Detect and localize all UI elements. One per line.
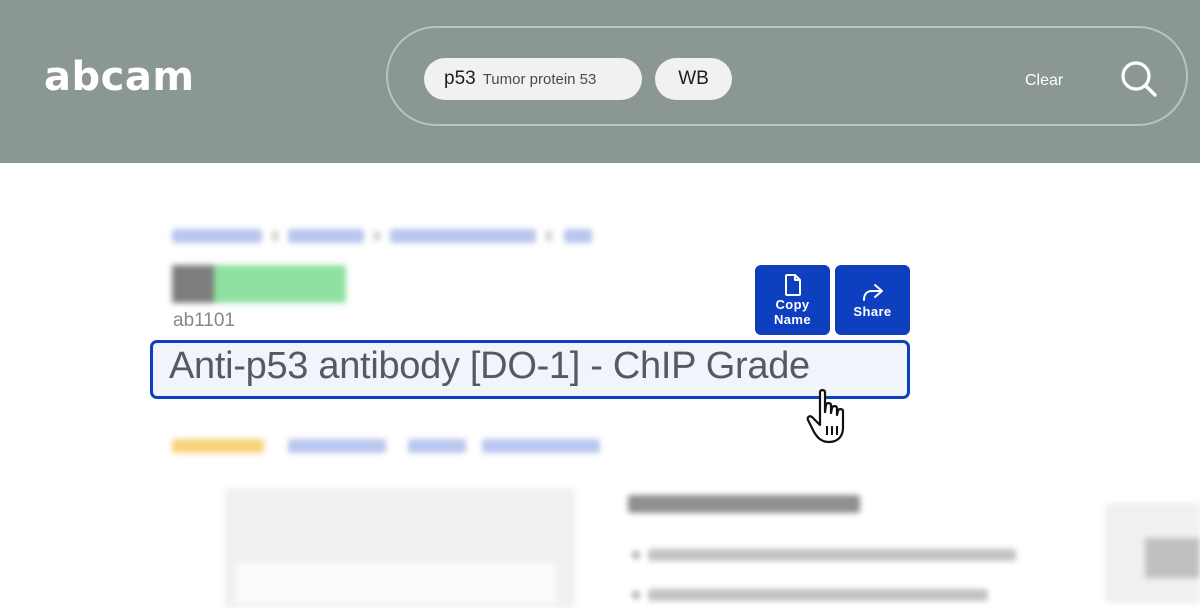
feature-line [648, 549, 1016, 561]
site-header: abcam p53 Tumor protein 53 WB Clear [0, 0, 1200, 163]
reviews-link [288, 439, 386, 453]
chip-sub-label: Tumor protein 53 [482, 70, 597, 88]
search-bar[interactable]: p53 Tumor protein 53 WB Clear [386, 26, 1188, 126]
bullet [632, 591, 640, 599]
references-link [482, 439, 600, 453]
file-icon [784, 274, 801, 296]
qa-link [408, 439, 466, 453]
share-button[interactable]: Share [835, 265, 910, 335]
breadcrumb-item [390, 229, 536, 243]
hand-pointer-icon [806, 389, 845, 444]
copy-name-button[interactable]: Copy Name [755, 265, 830, 335]
breadcrumb-item [172, 229, 262, 243]
search-button[interactable] [1118, 58, 1160, 100]
share-icon [862, 283, 883, 301]
chip-main-label: p53 [444, 68, 476, 89]
rating-stars [172, 439, 264, 453]
side-card-text [1145, 538, 1200, 578]
share-label: Share [853, 303, 892, 319]
product-sku: ab1101 [173, 310, 235, 331]
product-badge-status [214, 265, 346, 303]
chip-main-label: WB [678, 68, 709, 89]
search-icon [1121, 61, 1157, 97]
search-chip-wb[interactable]: WB [655, 58, 732, 100]
search-chip-p53[interactable]: p53 Tumor protein 53 [424, 58, 642, 100]
abcam-logo[interactable]: abcam [44, 54, 195, 100]
key-features-heading [628, 495, 860, 513]
product-title[interactable]: Anti-p53 antibody [DO-1] - ChIP Grade [169, 345, 810, 388]
product-image-caption [236, 563, 556, 603]
feature-line [648, 589, 988, 601]
breadcrumb-separator [272, 231, 278, 241]
breadcrumb-separator [546, 231, 552, 241]
breadcrumb-item [288, 229, 364, 243]
clear-button[interactable]: Clear [1025, 72, 1063, 90]
breadcrumb-item [564, 229, 592, 243]
breadcrumb-separator [374, 231, 380, 241]
copy-name-label: Copy Name [773, 297, 811, 327]
bullet [632, 551, 640, 559]
product-badge-tag [172, 265, 214, 303]
